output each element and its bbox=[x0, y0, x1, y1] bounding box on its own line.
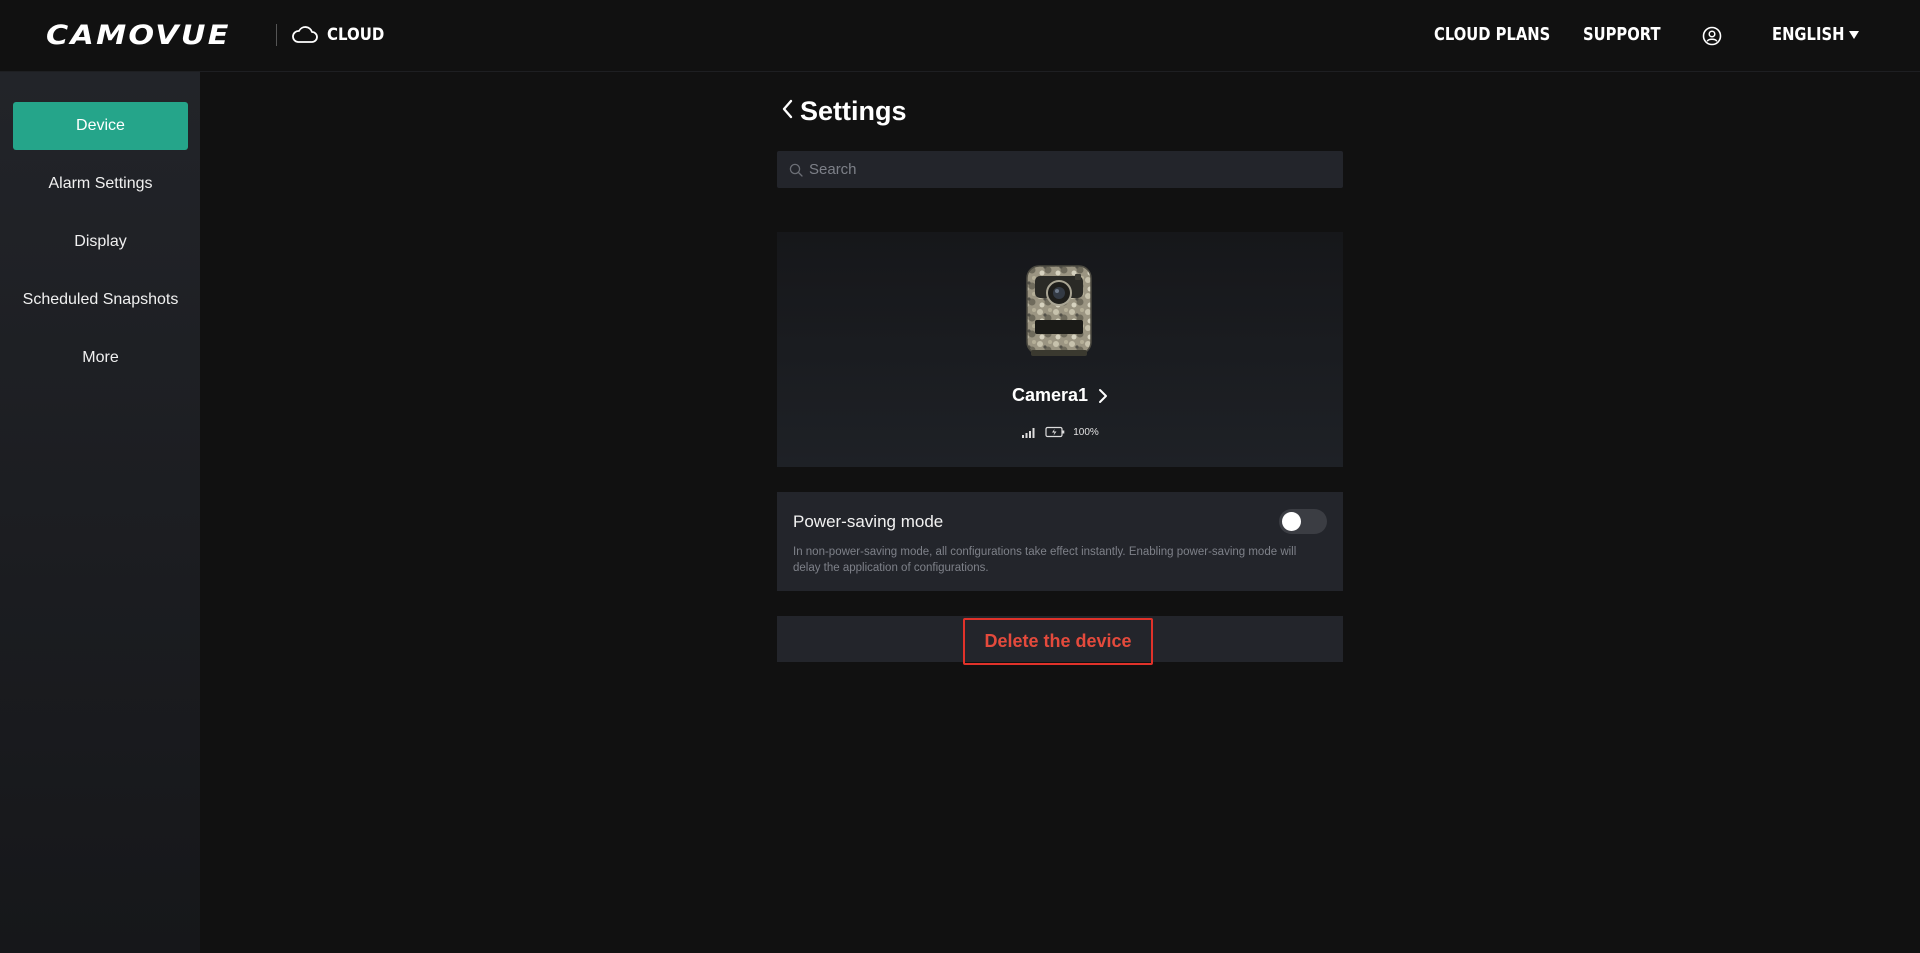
page-header: Settings bbox=[780, 96, 907, 127]
power-saving-toggle[interactable] bbox=[1279, 509, 1327, 534]
power-saving-title: Power-saving mode bbox=[793, 512, 944, 531]
cloud-brand-label: CLOUD bbox=[327, 25, 385, 45]
search-icon bbox=[789, 163, 803, 177]
logo-text: CAMOVUE bbox=[46, 19, 231, 51]
sidebar-item-device[interactable]: Device bbox=[13, 102, 188, 150]
search-bar bbox=[777, 151, 1343, 188]
power-saving-description: In non-power-saving mode, all configurat… bbox=[793, 546, 1297, 574]
camera-image bbox=[1026, 265, 1092, 356]
user-account-button[interactable] bbox=[1702, 26, 1722, 51]
sidebar-item-display[interactable]: Display bbox=[13, 218, 188, 266]
chevron-right-icon bbox=[1099, 388, 1108, 403]
user-circle-icon bbox=[1702, 26, 1722, 46]
chevron-left-icon bbox=[782, 99, 793, 119]
device-card: Camera1 100% bbox=[777, 232, 1343, 467]
camovue-logo[interactable]: CAMOVUE bbox=[46, 20, 228, 51]
device-name: Camera1 bbox=[1011, 385, 1089, 405]
page-title: Settings bbox=[800, 96, 907, 126]
language-selector[interactable]: ENGLISH bbox=[1772, 24, 1860, 45]
sidebar: Device Alarm Settings Display Scheduled … bbox=[0, 72, 200, 953]
caret-down-icon bbox=[1849, 30, 1859, 39]
nav-cloud-plans[interactable]: CLOUD PLANS bbox=[1434, 24, 1550, 45]
signal-bars-icon bbox=[1022, 428, 1035, 438]
back-button[interactable] bbox=[780, 98, 794, 125]
main-content: Settings Search Camera1 100% Power-savin… bbox=[200, 72, 1920, 953]
sidebar-item-more[interactable]: More bbox=[13, 334, 188, 382]
search-input[interactable] bbox=[809, 161, 1329, 178]
sidebar-item-scheduled-snapshots[interactable]: Scheduled Snapshots bbox=[13, 276, 188, 324]
delete-device-button[interactable]: Delete the device bbox=[963, 618, 1153, 665]
cloud-brand: CLOUD bbox=[291, 22, 392, 48]
sidebar-item-alarm-settings[interactable]: Alarm Settings bbox=[13, 160, 188, 208]
nav-support[interactable]: SUPPORT bbox=[1583, 24, 1661, 45]
delete-device-row: Delete the device bbox=[777, 616, 1343, 665]
device-name-link[interactable]: Camera1 bbox=[777, 385, 1343, 406]
battery-level: 100% bbox=[1073, 426, 1099, 438]
logo-divider bbox=[276, 24, 277, 46]
top-header: CAMOVUE CLOUD CLOUD PLANS SUPPORT ENGLIS… bbox=[0, 0, 1920, 72]
toggle-knob bbox=[1282, 512, 1301, 531]
battery-icon bbox=[1045, 426, 1065, 438]
power-saving-card: Power-saving mode In non-power-saving mo… bbox=[777, 492, 1343, 591]
language-label: ENGLISH bbox=[1772, 24, 1845, 45]
device-status: 100% bbox=[777, 426, 1343, 438]
cloud-icon bbox=[292, 26, 318, 43]
